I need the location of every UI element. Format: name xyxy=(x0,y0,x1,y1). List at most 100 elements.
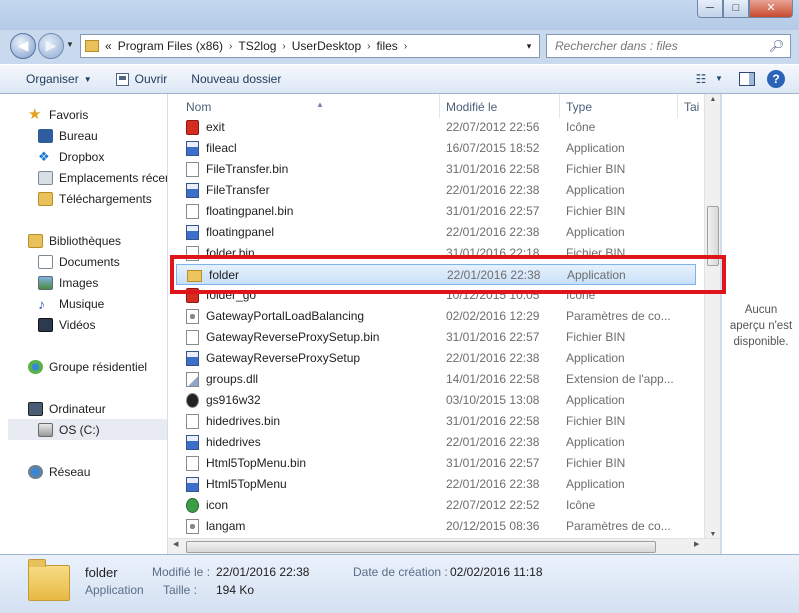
preview-pane-icon[interactable] xyxy=(739,72,755,86)
drive-icon xyxy=(38,422,53,437)
file-row[interactable]: Html5TopMenu 22/01/2016 22:38 Application xyxy=(168,474,698,495)
file-row[interactable]: hidedrives 22/01/2016 22:38 Application xyxy=(168,432,698,453)
horizontal-scrollbar[interactable]: ◀ ▶ xyxy=(168,538,720,554)
view-dropdown-icon[interactable]: ▼ xyxy=(713,69,725,89)
vertical-scroll-thumb[interactable] xyxy=(707,206,719,266)
minimize-button[interactable]: ─ xyxy=(697,0,723,18)
chevron-down-icon: ▼ xyxy=(83,74,92,84)
file-row[interactable]: GatewayPortalLoadBalancing 02/02/2016 12:… xyxy=(168,306,698,327)
horizontal-scroll-thumb[interactable] xyxy=(186,541,656,553)
file-name: langam xyxy=(206,519,246,533)
details-size-label: Taille : xyxy=(163,583,198,597)
nav-reseau[interactable]: Réseau xyxy=(28,461,90,482)
nav-emplacements-recents[interactable]: Emplacements récents xyxy=(38,167,167,188)
column-header-modified[interactable]: Modifié le xyxy=(440,94,560,118)
breadcrumb-ts2log[interactable]: TS2log xyxy=(238,39,276,53)
file-row[interactable]: groups.dll 14/01/2016 22:58 Extension de l… xyxy=(168,369,698,390)
view-options-icon[interactable]: ☷ xyxy=(689,69,713,89)
file-modified-date: 22/01/2016 22:38 xyxy=(446,477,540,491)
nav-bibliotheques[interactable]: Bibliothèques xyxy=(28,230,121,251)
nav-documents[interactable]: Documents xyxy=(38,251,120,272)
file-row[interactable]: Html5TopMenu.bin 31/01/2016 22:57 Fichier … xyxy=(168,453,698,474)
nav-videos[interactable]: Vidéos xyxy=(38,314,95,335)
breadcrumb-files[interactable]: files xyxy=(376,39,397,53)
close-button[interactable]: ✕ xyxy=(749,0,793,18)
file-row[interactable]: FileTransfer 22/01/2016 22:38 Application xyxy=(168,180,698,201)
vertical-scrollbar[interactable]: ▲ ▼ xyxy=(704,94,720,540)
file-name-cell: langam xyxy=(186,516,245,537)
file-row[interactable]: icon 22/07/2012 22:52 Icône xyxy=(168,495,698,516)
maximize-button[interactable]: □ xyxy=(723,0,749,18)
nav-os-c[interactable]: OS (C:) xyxy=(8,419,167,440)
file-name-cell: hidedrives.bin xyxy=(186,411,280,432)
nav-favoris-label: Favoris xyxy=(49,107,89,122)
search-input[interactable] xyxy=(555,39,765,53)
back-button[interactable]: ◀ xyxy=(10,33,36,59)
file-name-cell: gs916w32 xyxy=(186,390,261,411)
file-type: Fichier BIN xyxy=(566,162,626,176)
nav-dropbox[interactable]: ❖ Dropbox xyxy=(38,146,104,167)
nav-images[interactable]: Images xyxy=(38,272,98,293)
file-name: groups.dll xyxy=(206,372,259,386)
scroll-right-icon[interactable]: ▶ xyxy=(694,540,699,548)
file-row[interactable]: fileacl 16/07/2015 18:52 Application xyxy=(168,138,698,159)
address-dropdown-icon[interactable]: ▾ xyxy=(519,41,539,52)
file-name-cell: floatingpanel xyxy=(186,222,274,243)
breadcrumb-program-files[interactable]: Program Files (x86) xyxy=(118,39,223,53)
nav-bureau[interactable]: Bureau xyxy=(38,125,98,146)
file-row[interactable]: FileTransfer.bin 31/01/2016 22:58 Fichier … xyxy=(168,159,698,180)
file-row[interactable]: exit 22/07/2012 22:56 Icône xyxy=(168,117,698,138)
breadcrumb-separator-icon[interactable]: › xyxy=(229,41,232,52)
history-dropdown-icon[interactable]: ▼ xyxy=(66,40,74,49)
file-row[interactable]: gs916w32 03/10/2015 13:08 Application xyxy=(168,390,698,411)
nav-bibliotheques-label: Bibliothèques xyxy=(49,233,122,248)
file-modified-date: 20/12/2015 08:36 xyxy=(446,519,540,533)
nav-musique[interactable]: ♪ Musique xyxy=(38,293,104,314)
file-row[interactable]: GatewayReverseProxySetup 22/01/2016 22:38… xyxy=(168,348,698,369)
nav-telechargements[interactable]: Téléchargements xyxy=(38,188,152,209)
nav-groupe-residentiel[interactable]: Groupe résidentiel xyxy=(28,356,147,377)
file-row[interactable]: hidedrives.bin 31/01/2016 22:58 Fichier BI… xyxy=(168,411,698,432)
file-name: FileTransfer xyxy=(206,183,270,197)
scroll-up-icon[interactable]: ▲ xyxy=(705,96,721,103)
nouveau-dossier-button[interactable]: Nouveau dossier xyxy=(179,72,293,86)
file-name: folder.bin xyxy=(206,246,255,260)
file-type: Application xyxy=(566,477,625,491)
breadcrumb-separator-icon[interactable]: › xyxy=(404,41,407,52)
file-bin-icon xyxy=(186,456,199,471)
ouvrir-button[interactable]: Ouvrir xyxy=(104,72,180,86)
breadcrumb-userdesktop[interactable]: UserDesktop xyxy=(292,39,361,53)
search-icon[interactable]: 🔎︎ xyxy=(769,39,784,53)
file-row[interactable]: folder_go 10/12/2015 10:05 Icône xyxy=(168,285,698,306)
file-row[interactable]: floatingpanel 22/01/2016 22:38 Application xyxy=(168,222,698,243)
file-type: Extension de l'app... xyxy=(566,372,674,386)
computer-icon xyxy=(28,401,43,416)
file-row[interactable]: langam 20/12/2015 08:36 Paramètres de co..… xyxy=(168,516,698,537)
column-name-label: Nom xyxy=(186,100,212,114)
file-name: Html5TopMenu xyxy=(206,477,287,491)
breadcrumb-separator-icon[interactable]: › xyxy=(282,41,285,52)
column-header-name[interactable]: Nom ▲ xyxy=(180,94,440,118)
file-row[interactable]: folder.bin 31/01/2016 22:18 Fichier BIN xyxy=(168,243,698,264)
videos-icon xyxy=(38,317,53,332)
file-row[interactable]: floatingpanel.bin 31/01/2016 22:57 Fichier… xyxy=(168,201,698,222)
overflow-chevron-icon[interactable]: « xyxy=(105,39,112,53)
search-box[interactable]: 🔎︎ xyxy=(546,34,791,58)
nav-favoris[interactable]: ★ Favoris xyxy=(28,104,88,125)
scroll-left-icon[interactable]: ◀ xyxy=(173,540,178,548)
nav-ordinateur[interactable]: Ordinateur xyxy=(28,398,106,419)
breadcrumb-separator-icon[interactable]: › xyxy=(367,41,370,52)
help-icon[interactable]: ? xyxy=(767,70,785,88)
forward-button[interactable]: ▶ xyxy=(38,33,64,59)
file-row[interactable]: GatewayReverseProxySetup.bin 31/01/2016 2… xyxy=(168,327,698,348)
address-bar[interactable]: « Program Files (x86) › TS2log › UserDes… xyxy=(80,34,540,58)
organiser-button[interactable]: Organiser ▼ xyxy=(14,72,104,86)
column-modified-label: Modifié le xyxy=(446,100,498,114)
file-name: floatingpanel xyxy=(206,225,275,239)
file-row[interactable]: folder 22/01/2016 22:38 Application xyxy=(176,264,696,285)
details-created-label: Date de création : xyxy=(353,565,448,579)
nouveau-dossier-label: Nouveau dossier xyxy=(191,72,282,86)
file-list: Nom ▲ Modifié le Type Tai exit 22/07/2012… xyxy=(168,94,720,554)
scroll-down-icon[interactable]: ▼ xyxy=(705,531,721,538)
column-header-type[interactable]: Type xyxy=(560,94,678,118)
